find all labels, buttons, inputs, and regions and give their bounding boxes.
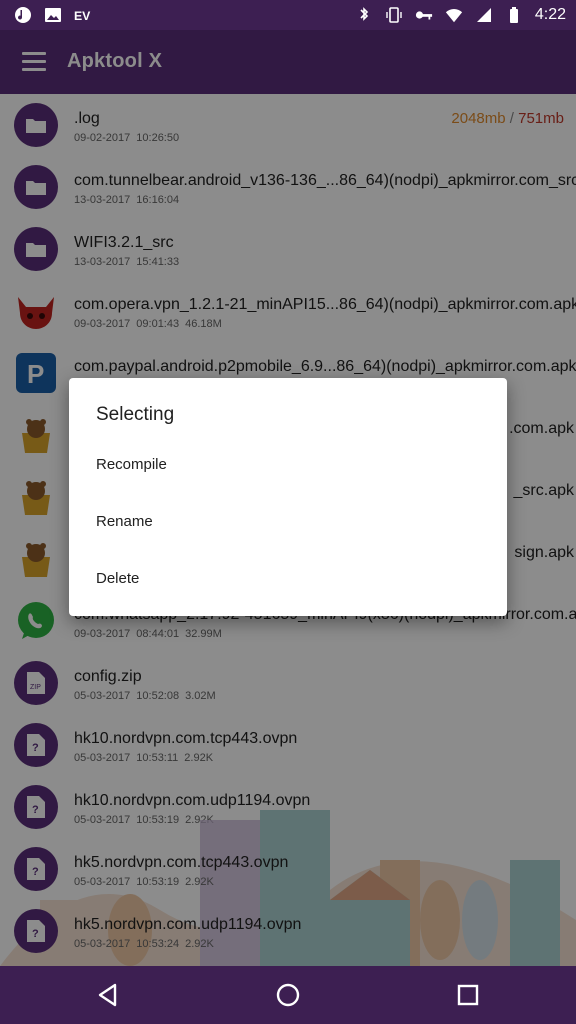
navigation-bar: [0, 966, 576, 1024]
selecting-dialog: Selecting Recompile Rename Delete: [69, 378, 507, 616]
status-time: 4:22: [534, 6, 566, 23]
dialog-title: Selecting: [96, 404, 175, 425]
vpn-key-icon: [415, 11, 432, 20]
battery-icon: [509, 7, 518, 23]
home-icon[interactable]: [273, 980, 303, 1010]
svg-text:EV: EV: [74, 9, 91, 23]
rename-option[interactable]: Rename: [96, 502, 486, 542]
recompile-option[interactable]: Recompile: [96, 445, 486, 485]
delete-option[interactable]: Delete: [96, 559, 486, 599]
vibrate-icon: [386, 7, 402, 23]
bluetooth-icon: [360, 7, 368, 21]
back-icon[interactable]: [93, 980, 123, 1010]
recents-icon[interactable]: [453, 980, 483, 1010]
music-note-icon: [15, 7, 31, 23]
wifi-icon: [445, 9, 462, 23]
cell-signal-icon: [476, 8, 491, 22]
ev-app-icon: EV: [74, 9, 91, 23]
image-icon: [45, 8, 61, 22]
status-bar: EV 4:22: [0, 0, 576, 30]
